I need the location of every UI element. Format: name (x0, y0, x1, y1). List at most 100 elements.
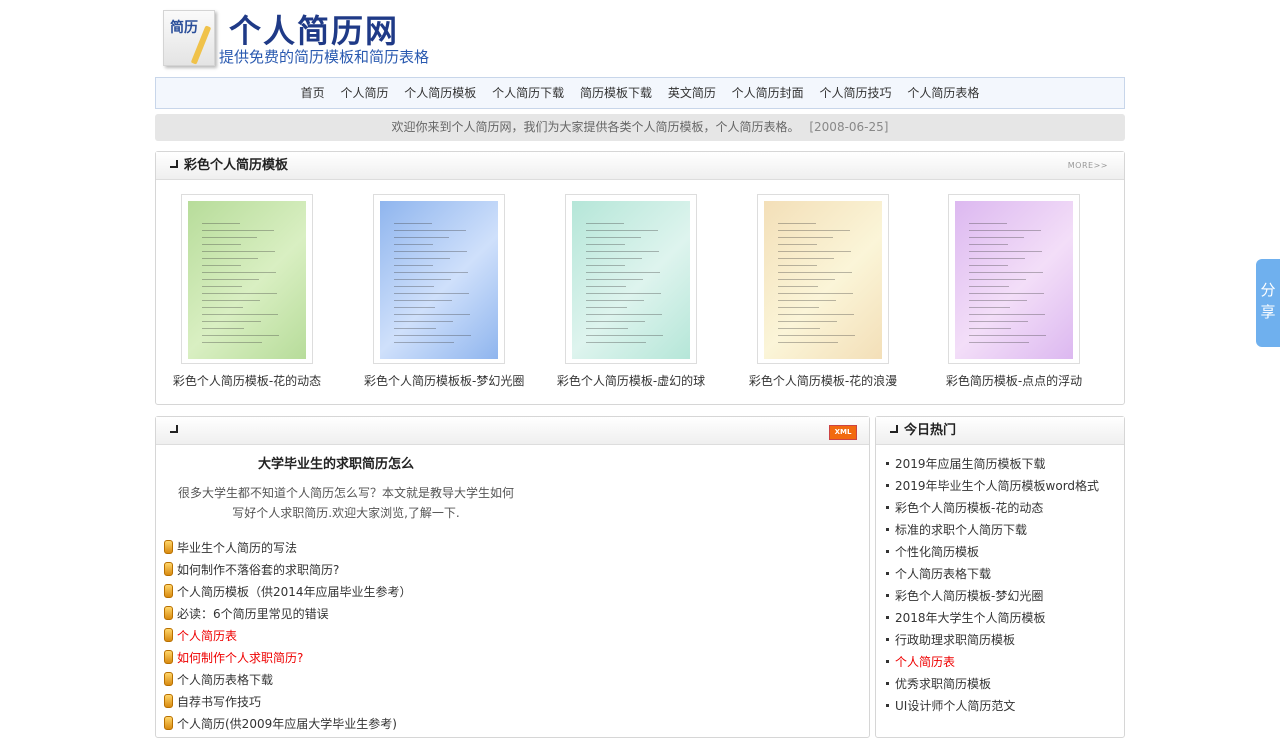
article-title[interactable]: 大学毕业生的求职简历怎么 (258, 453, 414, 472)
resume-preview-lines (394, 223, 488, 349)
article-description: 很多大学生都不知道个人简历怎么写？本文就是教导大学生如何 写好个人求职简历.欢迎… (176, 483, 516, 523)
resume-preview-image[interactable] (188, 201, 306, 359)
bullet-icon (164, 672, 173, 686)
hot-list-item[interactable]: 优秀求职简历模板 (886, 673, 1099, 695)
panel-header: 今日热门 (876, 417, 1124, 445)
hot-list-item[interactable]: 2019年应届生简历模板下载 (886, 453, 1099, 475)
article-link-text[interactable]: 如何制作个人求职简历? (177, 651, 303, 665)
resume-preview-image[interactable] (572, 201, 690, 359)
hot-list-item[interactable]: 个人简历表格下载 (886, 563, 1099, 585)
thumbnail-frame[interactable] (181, 194, 313, 364)
article-link[interactable]: 个人简历表格下载 (164, 669, 412, 691)
article-link-text[interactable]: 个人简历表 (177, 629, 237, 643)
arrow-icon (168, 423, 180, 435)
thumbnail-frame[interactable] (757, 194, 889, 364)
share-button[interactable]: 分 享 (1256, 259, 1280, 347)
resume-preview-image[interactable] (955, 201, 1073, 359)
share-label: 享 (1260, 303, 1276, 321)
notice-text: 欢迎你来到个人简历网，我们为大家提供各类个人简历模板，个人简历表格。 (391, 120, 800, 134)
article-link-text[interactable]: 个人简历模板（供2014年应届毕业生参考） (177, 585, 412, 599)
site-logo[interactable]: 简历 个人简历网 提供免费的简历模板和简历表格 (163, 6, 443, 70)
template-thumbnail[interactable]: 彩色个人简历模板板-梦幻光圈 (364, 194, 524, 389)
nav-item[interactable]: 英文简历 (668, 86, 716, 100)
nav-item[interactable]: 个人简历模板 (404, 86, 476, 100)
article-link[interactable]: 毕业生个人简历的写法 (164, 537, 412, 559)
nav-item[interactable]: 个人简历表格 (907, 86, 979, 100)
notice-date: [2008-06-25] (809, 120, 889, 134)
hot-today-panel: 今日热门 2019年应届生简历模板下载 2019年毕业生个人简历模板word格式彩… (875, 416, 1125, 738)
bullet-icon (164, 540, 173, 554)
panel-header: 彩色个人简历模板 MORE>> (156, 152, 1124, 180)
resume-preview-lines (586, 223, 680, 349)
article-panel: XML 大学毕业生的求职简历怎么 很多大学生都不知道个人简历怎么写？本文就是教导… (155, 416, 870, 738)
thumbnail-caption[interactable]: 彩色简历模板-点点的浮动 (939, 372, 1089, 389)
panel-title: 彩色个人简历模板 (184, 158, 289, 173)
article-link[interactable]: 个人简历表 (164, 625, 412, 647)
thumbnail-caption[interactable]: 彩色个人简历模板-虚幻的球 (556, 372, 706, 389)
thumbnail-frame[interactable] (948, 194, 1080, 364)
resume-preview-lines (778, 223, 872, 349)
article-link-text[interactable]: 自荐书写作技巧 (177, 695, 261, 709)
site-subtitle: 提供免费的简历模板和简历表格 (219, 48, 430, 66)
panel-header: XML (156, 417, 869, 445)
bullet-icon (164, 716, 173, 730)
article-link-text[interactable]: 个人简历表格下载 (177, 673, 273, 687)
resume-preview-lines (969, 223, 1063, 349)
nav-item[interactable]: 简历模板下载 (580, 86, 652, 100)
template-thumbnail[interactable]: 彩色个人简历模板-花的浪漫 (748, 194, 898, 389)
hot-list-item[interactable]: UI设计师个人简历范文 (886, 695, 1099, 717)
article-link[interactable]: 个人简历模板（供2014年应届毕业生参考） (164, 581, 412, 603)
article-link-text[interactable]: 个人简历(供2009年应届大学毕业生参考) (177, 717, 397, 731)
panel-title: 今日热门 (904, 423, 957, 438)
resume-preview-lines (202, 223, 296, 349)
main-nav: 首页 个人简历 个人简历模板 个人简历下载 简历模板下载 英文简历 个人简历封面… (155, 77, 1125, 109)
hot-list-item[interactable]: 标准的求职个人简历下载 (886, 519, 1099, 541)
more-link[interactable]: MORE>> (1068, 152, 1108, 179)
arrow-icon (168, 158, 180, 170)
nav-item[interactable]: 个人简历技巧 (820, 86, 892, 100)
welcome-notice: 欢迎你来到个人简历网，我们为大家提供各类个人简历模板，个人简历表格。 [2008… (155, 114, 1125, 141)
article-link[interactable]: 如何制作不落俗套的求职简历? (164, 559, 412, 581)
bullet-icon (164, 628, 173, 642)
bullet-icon (164, 562, 173, 576)
nav-item[interactable]: 首页 (301, 86, 325, 100)
hot-list-item[interactable]: 行政助理求职简历模板 (886, 629, 1099, 651)
xml-feed-icon[interactable]: XML (829, 425, 857, 440)
template-thumbnail[interactable]: 彩色简历模板-点点的浮动 (939, 194, 1089, 389)
nav-item[interactable]: 个人简历 (340, 86, 388, 100)
thumbnail-caption[interactable]: 彩色个人简历模板板-梦幻光圈 (364, 372, 524, 389)
resume-pen-icon: 简历 (163, 10, 215, 66)
nav-item[interactable]: 个人简历封面 (732, 86, 804, 100)
color-template-panel: 彩色个人简历模板 MORE>> 彩色个人简历模板-花的动态 彩色个人简历模板板-梦… (155, 151, 1125, 405)
hot-list-item[interactable]: 个性化简历模板 (886, 541, 1099, 563)
hot-list-item[interactable]: 彩色个人简历模板-梦幻光圈 (886, 585, 1099, 607)
article-desc-line: 很多大学生都不知道个人简历怎么写？本文就是教导大学生如何 (177, 486, 514, 500)
logo-icon-text: 简历 (170, 20, 198, 36)
bullet-icon (164, 694, 173, 708)
article-link-text[interactable]: 毕业生个人简历的写法 (177, 541, 297, 555)
arrow-icon (888, 423, 900, 435)
thumbnail-caption[interactable]: 彩色个人简历模板-花的动态 (172, 372, 322, 389)
template-thumbnail[interactable]: 彩色个人简历模板-花的动态 (172, 194, 322, 389)
article-link[interactable]: 自荐书写作技巧 (164, 691, 412, 713)
article-link[interactable]: 个人简历(供2009年应届大学毕业生参考) (164, 713, 412, 735)
article-link[interactable]: 如何制作个人求职简历? (164, 647, 412, 669)
hot-list-item[interactable]: 2019年毕业生个人简历模板word格式 (886, 475, 1099, 497)
article-desc-line: 写好个人求职简历.欢迎大家浏览,了解一下. (232, 506, 460, 520)
hot-list-item[interactable]: 个人简历表 (886, 651, 1099, 673)
article-link[interactable]: 必读：6个简历里常见的错误 (164, 603, 412, 625)
hot-list-item[interactable]: 2018年大学生个人简历模板 (886, 607, 1099, 629)
hot-list: 2019年应届生简历模板下载 2019年毕业生个人简历模板word格式 彩色个人简历… (886, 453, 1099, 717)
article-link-text[interactable]: 如何制作不落俗套的求职简历? (177, 563, 339, 577)
nav-item[interactable]: 个人简历下载 (492, 86, 564, 100)
thumbnail-frame[interactable] (565, 194, 697, 364)
bullet-icon (164, 650, 173, 664)
thumbnail-frame[interactable] (373, 194, 505, 364)
thumbnail-caption[interactable]: 彩色个人简历模板-花的浪漫 (748, 372, 898, 389)
hot-list-item[interactable]: 彩色个人简历模板-花的动态 (886, 497, 1099, 519)
article-link-text[interactable]: 必读：6个简历里常见的错误 (177, 607, 329, 621)
template-thumbnail[interactable]: 彩色个人简历模板-虚幻的球 (556, 194, 706, 389)
resume-preview-image[interactable] (380, 201, 498, 359)
resume-preview-image[interactable] (764, 201, 882, 359)
bullet-icon (164, 606, 173, 620)
